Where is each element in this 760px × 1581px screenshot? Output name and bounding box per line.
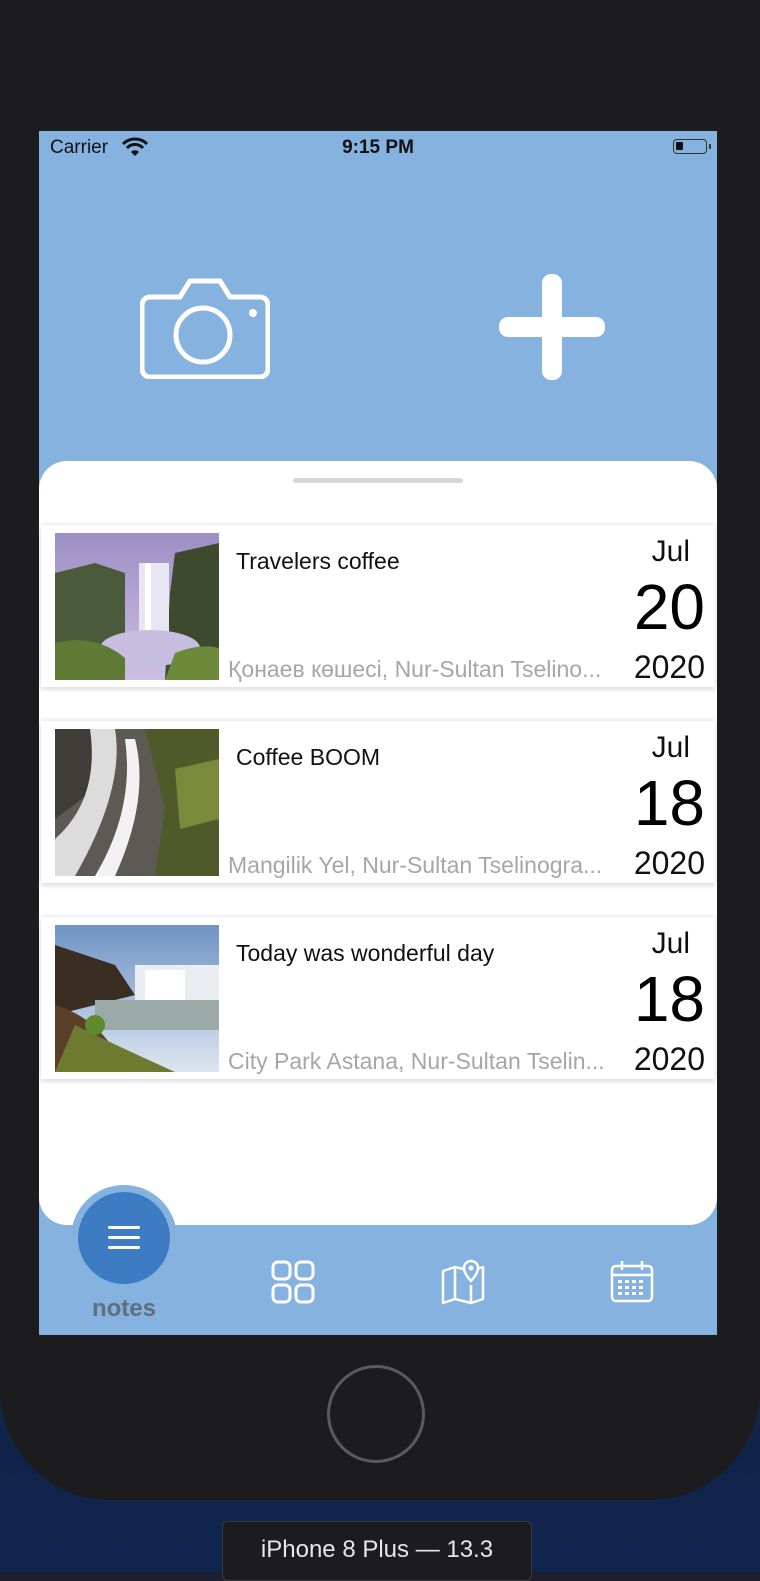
note-title: Today was wonderful day — [236, 940, 495, 966]
home-button[interactable] — [327, 1365, 425, 1463]
note-year: 2020 — [633, 845, 705, 881]
map-icon — [441, 1259, 485, 1305]
note-year: 2020 — [633, 1041, 705, 1077]
status-bar: Carrier 9:15 PM — [39, 131, 717, 165]
note-title: Coffee BOOM — [236, 744, 381, 770]
note-card[interactable]: Travelers coffee Қонаев көшесі, Nur-Sult… — [41, 525, 715, 687]
note-day: 18 — [633, 767, 705, 839]
clock: 9:15 PM — [342, 137, 414, 158]
note-card[interactable]: Coffee BOOM Mangilik Yel, Nur-Sultan Tse… — [41, 721, 715, 883]
plus-icon — [499, 274, 605, 380]
note-address: Mangilik Yel, Nur-Sultan Tselinogra... — [228, 852, 603, 878]
note-photo — [55, 729, 219, 876]
note-photo — [55, 925, 219, 1072]
menu-icon — [108, 1226, 140, 1249]
camera-button[interactable] — [139, 275, 271, 380]
sheet-handle[interactable] — [293, 478, 463, 483]
notes-sheet: Travelers coffee Қонаев көшесі, Nur-Sult… — [39, 461, 717, 1225]
note-address: City Park Astana, Nur-Sultan Tselin... — [228, 1048, 605, 1074]
camera-icon — [139, 278, 271, 380]
phone-screen: Carrier 9:15 PM Travelers coffee Қонаев … — [39, 131, 717, 1335]
note-title: Travelers coffee — [236, 548, 400, 574]
simulator-device-label: iPhone 8 Plus — 13.3 — [222, 1521, 532, 1581]
note-month: Jul — [651, 927, 690, 960]
tab-grid[interactable] — [270, 1259, 316, 1305]
tab-notes[interactable] — [78, 1192, 170, 1284]
note-day: 18 — [633, 963, 705, 1035]
note-month: Jul — [651, 731, 690, 764]
tab-calendar[interactable] — [609, 1259, 655, 1305]
grid-icon — [271, 1260, 315, 1304]
note-address: Қонаев көшесі, Nur-Sultan Tselino... — [228, 656, 602, 682]
tab-notes-label[interactable]: notes — [75, 1295, 173, 1323]
note-month: Jul — [651, 535, 690, 568]
add-note-button[interactable] — [497, 272, 607, 382]
battery-icon — [673, 139, 711, 154]
tab-map[interactable] — [440, 1259, 486, 1305]
note-year: 2020 — [633, 649, 705, 685]
note-photo — [55, 533, 219, 680]
note-day: 20 — [633, 571, 705, 643]
calendar-icon — [610, 1261, 654, 1303]
note-card[interactable]: Today was wonderful day City Park Astana… — [41, 917, 715, 1079]
